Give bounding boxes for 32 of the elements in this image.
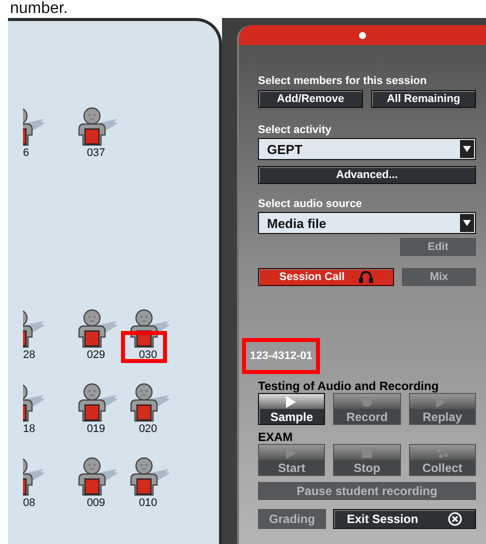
student-number: 28 [23, 349, 36, 361]
session-id: 123-4312-01 [242, 338, 320, 374]
student-number: 009 [86, 497, 106, 509]
student-number: 019 [86, 423, 106, 435]
section-label: Select audio source [258, 198, 363, 211]
headset-icon [358, 270, 373, 284]
dropdown-arrow-icon [463, 145, 471, 153]
section-label: Select activity [258, 124, 332, 137]
student-number: 08 [23, 497, 36, 509]
audio-source-dropdown[interactable]: Media file [258, 212, 476, 234]
student-number: 030 [138, 349, 158, 361]
session-call-button[interactable]: Session Call [258, 268, 394, 286]
dot-icon [359, 32, 366, 38]
advanced-button[interactable]: Advanced... [258, 166, 476, 184]
add-remove-button[interactable]: Add/Remove [258, 90, 363, 108]
play-icon [286, 396, 298, 408]
student-number: 18 [23, 423, 36, 435]
student-number: 029 [86, 349, 106, 361]
section-label: Select members for this session [258, 75, 428, 88]
student-number: 010 [138, 497, 158, 509]
all-remaining-button[interactable]: All Remaining [371, 90, 476, 108]
caption-text: number. [10, 0, 68, 18]
transport-button[interactable]: Sample [258, 393, 326, 425]
student-number: 020 [138, 423, 158, 435]
dropdown-arrow-icon [463, 219, 471, 227]
student-number: 037 [86, 147, 106, 159]
section-label: EXAM [258, 431, 294, 444]
close-icon [448, 512, 462, 526]
activity-dropdown[interactable]: GEPT [258, 138, 476, 160]
student-number: 6 [23, 147, 30, 159]
section-label: Testing of Audio and Recording [258, 380, 440, 393]
exit-session-button[interactable]: Exit Session [333, 509, 476, 529]
